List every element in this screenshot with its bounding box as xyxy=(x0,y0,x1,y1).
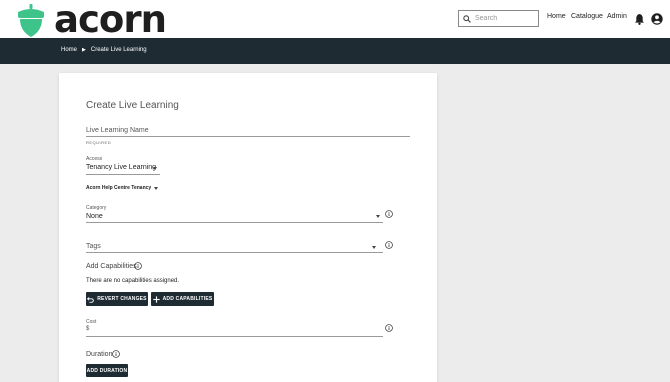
tags-select-underline[interactable] xyxy=(86,252,383,253)
cost-info-icon[interactable] xyxy=(385,324,393,332)
access-chevron-down-icon[interactable] xyxy=(153,167,157,170)
acorn-logo-icon xyxy=(18,3,44,37)
logo-text: acorn xyxy=(54,0,167,41)
category-label: Category xyxy=(86,205,107,211)
search-icon xyxy=(463,14,471,23)
tags-field-label[interactable]: Tags xyxy=(86,243,101,250)
duration-section-label: Duration xyxy=(86,351,113,358)
access-select-value[interactable]: Tenancy Live Learning xyxy=(86,164,156,171)
undo-icon xyxy=(87,296,95,303)
name-field-underline[interactable] xyxy=(86,136,410,137)
revert-changes-label: REVERT CHANGES xyxy=(97,296,147,302)
cost-currency-prefix: $ xyxy=(86,326,90,332)
add-capabilities-label: ADD CAPABILITIES xyxy=(162,296,213,302)
name-required-hint: REQUIRED xyxy=(86,140,112,145)
bell-icon xyxy=(634,13,644,25)
nav-catalogue-link[interactable]: Catalogue xyxy=(571,13,603,20)
breadcrumb: Home ▶ Create Live Learning xyxy=(61,47,147,53)
add-duration-button[interactable]: ADD DURATION xyxy=(86,364,128,377)
nav-admin-link[interactable]: Admin xyxy=(607,13,627,20)
tags-chevron-down-icon[interactable] xyxy=(372,246,376,249)
name-field-label[interactable]: Live Learning Name xyxy=(86,127,149,134)
access-label: Access xyxy=(86,156,103,162)
tenancy-chevron-down-icon[interactable] xyxy=(154,187,158,190)
nav-home-link[interactable]: Home xyxy=(547,13,566,20)
category-chevron-down-icon[interactable] xyxy=(376,215,380,218)
chevron-right-icon: ▶ xyxy=(82,47,86,53)
top-header: acorn Home Catalogue Admin xyxy=(0,0,670,38)
account-button[interactable] xyxy=(650,12,664,26)
capabilities-empty-message: There are no capabilities assigned. xyxy=(86,278,180,284)
acorn-logo[interactable]: acorn xyxy=(16,0,167,41)
revert-changes-button[interactable]: REVERT CHANGES xyxy=(86,292,148,306)
account-circle-icon xyxy=(651,13,663,25)
breadcrumb-bar: Home ▶ Create Live Learning xyxy=(0,38,670,64)
cost-label: Cost xyxy=(86,319,97,325)
search-input[interactable] xyxy=(475,15,535,22)
capabilities-info-icon[interactable] xyxy=(134,262,142,270)
notifications-button[interactable] xyxy=(632,12,646,26)
add-duration-label: ADD DURATION xyxy=(86,367,128,374)
add-capabilities-button[interactable]: ADD CAPABILITIES xyxy=(151,292,214,306)
category-info-icon[interactable] xyxy=(385,210,393,218)
page-title: Create Live Learning xyxy=(86,100,179,111)
search-box[interactable] xyxy=(458,10,539,27)
breadcrumb-current: Create Live Learning xyxy=(90,47,147,53)
tenancy-select-value[interactable]: Acorn Help Centre Tenancy xyxy=(86,185,151,191)
category-select-value[interactable]: None xyxy=(86,213,103,220)
duration-info-icon[interactable] xyxy=(112,350,120,358)
plus-icon xyxy=(152,295,160,303)
cost-field-underline[interactable] xyxy=(86,336,383,337)
tags-info-icon[interactable] xyxy=(385,241,393,249)
breadcrumb-home-link[interactable]: Home xyxy=(61,47,77,53)
category-select-underline[interactable] xyxy=(86,222,383,223)
access-select-underline[interactable] xyxy=(86,174,160,175)
capabilities-section-label: Add Capabilities xyxy=(86,263,137,270)
